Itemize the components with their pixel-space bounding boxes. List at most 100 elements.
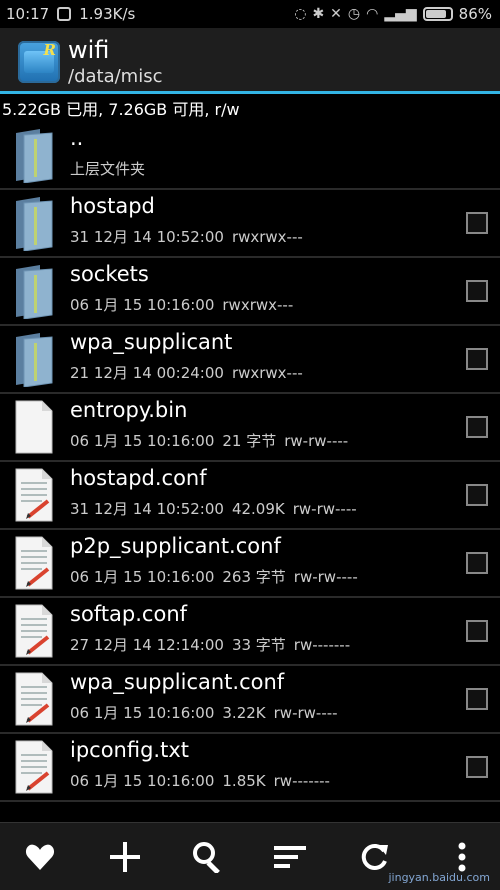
file-row[interactable]: .. 上层文件夹	[0, 122, 500, 190]
battery-percent: 86%	[458, 5, 492, 23]
sort-button[interactable]	[268, 835, 312, 879]
file-size: 33 字节	[231, 636, 286, 654]
file-name: ipconfig.txt	[70, 738, 189, 762]
text-file-icon	[14, 535, 54, 591]
favorites-button[interactable]	[18, 835, 62, 879]
select-checkbox[interactable]	[466, 552, 488, 574]
file-permissions: rw-rw----	[292, 500, 357, 518]
file-meta: 31 12月 14 10:52:00 42.09K rw-rw----	[70, 498, 365, 519]
file-date: 上层文件夹	[70, 160, 146, 178]
file-date: 21 12月 14 00:24:00	[70, 364, 224, 382]
file-row[interactable]: wpa_supplicant 21 12月 14 00:24:00 rwxrwx--…	[0, 326, 500, 394]
sync-icon: ◌	[294, 6, 307, 22]
file-name: sockets	[70, 262, 149, 286]
file-name: wpa_supplicant	[70, 330, 233, 354]
file-row[interactable]: sockets 06 1月 15 10:16:00 rwxrwx---	[0, 258, 500, 326]
root-explorer-app-icon[interactable]: R	[18, 41, 60, 83]
wifi-icon: ◠	[366, 6, 379, 22]
file-size: 21 字节	[222, 432, 277, 450]
file-date: 27 12月 14 12:14:00	[70, 636, 224, 654]
file-row[interactable]: wpa_supplicant.conf 06 1月 15 10:16:00 3.22…	[0, 666, 500, 734]
file-row[interactable]: p2p_supplicant.conf 06 1月 15 10:16:00 263 …	[0, 530, 500, 598]
folder-title: wifi	[68, 36, 110, 64]
file-size: 1.85K	[222, 772, 266, 790]
folder-icon	[14, 331, 54, 388]
file-meta: 21 12月 14 00:24:00 rwxrwx---	[70, 362, 311, 383]
bluetooth-icon: ✱	[312, 6, 325, 22]
storage-info: 5.22GB 已用, 7.26GB 可用, r/w	[2, 100, 240, 119]
search-icon	[193, 842, 220, 873]
heart-icon	[25, 844, 55, 870]
file-meta: 27 12月 14 12:14:00 33 字节 rw-------	[70, 634, 358, 655]
file-meta: 31 12月 14 10:52:00 rwxrwx---	[70, 226, 311, 247]
app-header: R wifi /data/misc	[0, 28, 500, 92]
file-name: p2p_supplicant.conf	[70, 534, 281, 558]
text-file-icon	[14, 671, 54, 727]
file-list: .. 上层文件夹 hostapd 31 12月 14 10:52:00 rwxrwx--…	[0, 122, 500, 802]
text-file-icon	[14, 603, 54, 659]
sort-icon	[274, 846, 306, 868]
mute-icon: ✕	[330, 6, 342, 22]
watermark: jingyan.baidu.com	[388, 871, 490, 884]
file-name: hostapd	[70, 194, 155, 218]
battery-icon	[422, 7, 453, 21]
status-speed: 1.93K/s	[79, 5, 136, 23]
file-row[interactable]: softap.conf 27 12月 14 12:14:00 33 字节 rw----…	[0, 598, 500, 666]
more-icon	[458, 842, 466, 872]
file-row[interactable]: hostapd 31 12月 14 10:52:00 rwxrwx---	[0, 190, 500, 258]
select-checkbox[interactable]	[466, 688, 488, 710]
file-name: wpa_supplicant.conf	[70, 670, 285, 694]
file-name: hostapd.conf	[70, 466, 207, 490]
refresh-icon	[361, 843, 388, 870]
file-row[interactable]: ipconfig.txt 06 1月 15 10:16:00 1.85K rw----…	[0, 734, 500, 802]
file-size: 42.09K	[231, 500, 285, 518]
file-permissions: rw-------	[273, 772, 330, 790]
select-checkbox[interactable]	[466, 416, 488, 438]
folder-icon	[14, 127, 54, 184]
file-name: entropy.bin	[70, 398, 188, 422]
select-checkbox[interactable]	[466, 620, 488, 642]
status-bar: 10:17 1.93K/s ◌ ✱ ✕ ◷ ◠ ▂▄▆ 86%	[0, 0, 500, 28]
file-date: 06 1月 15 10:16:00	[70, 568, 215, 586]
file-size: 263 字节	[222, 568, 286, 586]
file-row[interactable]: entropy.bin 06 1月 15 10:16:00 21 字节 rw-rw--…	[0, 394, 500, 462]
file-permissions: rwxrwx---	[231, 364, 303, 382]
select-checkbox[interactable]	[466, 348, 488, 370]
file-meta: 06 1月 15 10:16:00 rwxrwx---	[70, 294, 301, 315]
status-time: 10:17	[6, 5, 50, 23]
file-date: 06 1月 15 10:16:00	[70, 704, 215, 722]
folder-icon	[14, 263, 54, 320]
bottom-toolbar: jingyan.baidu.com	[0, 822, 500, 890]
file-date: 31 12月 14 10:52:00	[70, 500, 224, 518]
file-name: softap.conf	[70, 602, 188, 626]
header-divider	[0, 91, 500, 94]
select-checkbox[interactable]	[466, 484, 488, 506]
alarm-icon: ◷	[347, 6, 361, 22]
file-permissions: rw-rw----	[293, 568, 358, 586]
file-date: 06 1月 15 10:16:00	[70, 432, 215, 450]
file-permissions: rw-rw----	[284, 432, 349, 450]
folder-icon	[14, 195, 54, 252]
file-meta: 上层文件夹	[70, 158, 153, 179]
select-checkbox[interactable]	[466, 212, 488, 234]
file-permissions: rwxrwx---	[231, 228, 303, 246]
file-permissions: rwxrwx---	[222, 296, 294, 314]
file-meta: 06 1月 15 10:16:00 3.22K rw-rw----	[70, 702, 346, 723]
file-permissions: rw-rw----	[273, 704, 338, 722]
select-checkbox[interactable]	[466, 756, 488, 778]
file-size: 3.22K	[222, 704, 266, 722]
file-icon	[14, 399, 54, 455]
select-checkbox[interactable]	[466, 280, 488, 302]
notification-icon	[57, 7, 72, 21]
add-icon	[110, 842, 140, 872]
file-row[interactable]: hostapd.conf 31 12月 14 10:52:00 42.09K rw-r…	[0, 462, 500, 530]
new-item-button[interactable]	[103, 835, 147, 879]
file-date: 31 12月 14 10:52:00	[70, 228, 224, 246]
file-meta: 06 1月 15 10:16:00 1.85K rw-------	[70, 770, 338, 791]
folder-path: /data/misc	[68, 66, 163, 87]
file-permissions: rw-------	[293, 636, 351, 654]
signal-icon: ▂▄▆	[384, 6, 417, 22]
file-name: ..	[70, 126, 84, 150]
file-date: 06 1月 15 10:16:00	[70, 772, 215, 790]
search-button[interactable]	[186, 835, 230, 879]
